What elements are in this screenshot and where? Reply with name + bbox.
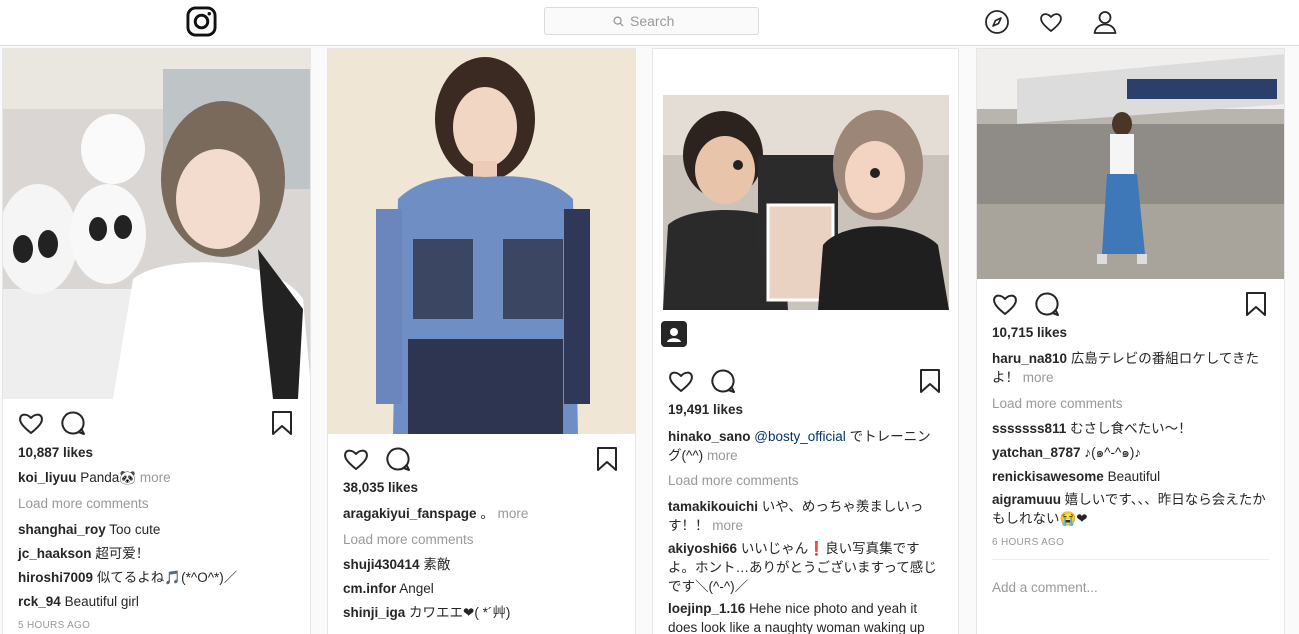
- search-input[interactable]: [630, 13, 690, 29]
- comment-text: ♪(๑^-^๑)♪: [1084, 445, 1142, 460]
- load-more-comments[interactable]: Load more comments: [668, 471, 944, 490]
- post-timestamp[interactable]: 5 HOURS AGO: [18, 620, 90, 631]
- more-link[interactable]: more: [707, 448, 738, 463]
- comment-bubble-icon[interactable]: [709, 367, 737, 395]
- caption: haru_na810 広島テレビの番組ロケしてきたよ！ more: [992, 349, 1270, 387]
- comment-text: 似てるよね🎵(*^O^*)／: [96, 570, 238, 585]
- comment-username[interactable]: loejinp_1.16: [668, 601, 745, 616]
- more-link[interactable]: more: [498, 506, 529, 521]
- add-comment-field[interactable]: Add a comment...: [992, 580, 1098, 595]
- top-navigation-bar: [0, 0, 1299, 46]
- comment-text: Beautiful: [1107, 469, 1161, 484]
- comment-username[interactable]: cm.infor: [343, 581, 396, 596]
- likes-count[interactable]: 10,715 likes: [992, 325, 1067, 340]
- bookmark-icon[interactable]: [593, 445, 621, 473]
- comment: sssssss811 むさし食べたい〜！: [992, 419, 1270, 438]
- caption: hinako_sano @bosty_official でトレーニング(^^) …: [668, 427, 944, 465]
- caption: koi_liyuu Panda🐼 more: [18, 468, 296, 487]
- post-photo[interactable]: [977, 49, 1285, 279]
- caption-username[interactable]: koi_liyuu: [18, 470, 77, 485]
- caption-username[interactable]: hinako_sano: [668, 429, 751, 444]
- more-link[interactable]: more: [712, 518, 743, 533]
- comment-username[interactable]: hiroshi7009: [18, 570, 93, 585]
- comment-text: カワエエ❤( *´艸): [409, 605, 511, 620]
- comment: loejinp_1.16 Hehe nice photo and yeah it…: [668, 599, 944, 634]
- bookmark-icon[interactable]: [268, 409, 296, 437]
- comment: hiroshi7009 似てるよね🎵(*^O^*)／: [18, 568, 296, 587]
- comment-text: Angel: [399, 581, 434, 596]
- comment: jc_haakson 超可爱！: [18, 544, 296, 563]
- comment: rck_94 Beautiful girl: [18, 592, 296, 611]
- comment-text: Too cute: [109, 522, 161, 537]
- load-more-comments[interactable]: Load more comments: [18, 494, 296, 513]
- post-card: 10,715 likes haru_na810 広島テレビの番組ロケしてきたよ！…: [976, 48, 1285, 634]
- likes-count[interactable]: 19,491 likes: [668, 402, 743, 417]
- comment-username[interactable]: rck_94: [18, 594, 61, 609]
- comment-bubble-icon[interactable]: [1033, 290, 1061, 318]
- more-link[interactable]: more: [140, 470, 171, 485]
- comment-text: 素敵: [423, 557, 451, 572]
- caption-username[interactable]: haru_na810: [992, 351, 1067, 366]
- bookmark-icon[interactable]: [1242, 290, 1270, 318]
- comment: aigramuuu 嬉しいです、、、昨日なら会えたかもしれない😭❤: [992, 490, 1270, 528]
- like-heart-icon[interactable]: [667, 367, 695, 395]
- comment: shanghai_roy Too cute: [18, 520, 296, 539]
- instagram-logo-icon[interactable]: [186, 6, 217, 37]
- post-actions: [667, 367, 944, 395]
- comment-text: Beautiful girl: [64, 594, 139, 609]
- post-photo[interactable]: [3, 49, 311, 399]
- comment-username[interactable]: aigramuuu: [992, 492, 1061, 507]
- comment-username[interactable]: tamakikouichi: [668, 499, 758, 514]
- comment-username[interactable]: renickisawesome: [992, 469, 1104, 484]
- like-heart-icon[interactable]: [342, 445, 370, 473]
- comment-text: むさし食べたい〜！: [1070, 421, 1192, 436]
- caption-mention[interactable]: @bosty_official: [754, 429, 846, 444]
- comment-username[interactable]: jc_haakson: [18, 546, 92, 561]
- comment: shuji430414 素敵: [343, 555, 621, 574]
- post-actions: [991, 290, 1270, 318]
- comment: renickisawesome Beautiful: [992, 467, 1270, 486]
- post-card: 19,491 likes hinako_sano @bosty_official…: [652, 48, 959, 634]
- caption: aragakiyui_fanspage 。 more: [343, 504, 621, 523]
- load-more-comments[interactable]: Load more comments: [343, 530, 621, 549]
- caption-username[interactable]: aragakiyui_fanspage: [343, 506, 477, 521]
- likes-count[interactable]: 38,035 likes: [343, 480, 418, 495]
- post-actions: [342, 445, 621, 473]
- bookmark-icon[interactable]: [916, 367, 944, 395]
- comment-bubble-icon[interactable]: [59, 409, 87, 437]
- comment: yatchan_8787 ♪(๑^-^๑)♪: [992, 443, 1270, 462]
- post-timestamp[interactable]: 6 HOURS AGO: [992, 537, 1064, 548]
- post-photo[interactable]: [328, 49, 636, 434]
- caption-text: 。: [480, 506, 494, 521]
- like-heart-icon[interactable]: [991, 290, 1019, 318]
- divider: [992, 559, 1269, 560]
- post-photo[interactable]: [663, 95, 949, 310]
- comment-username[interactable]: akiyoshi66: [668, 541, 737, 556]
- comment-username[interactable]: shuji430414: [343, 557, 420, 572]
- comment-text: 超可爱！: [95, 546, 150, 561]
- post-actions: [17, 409, 296, 437]
- load-more-comments[interactable]: Load more comments: [992, 394, 1270, 413]
- more-link[interactable]: more: [1023, 370, 1054, 385]
- caption-text: Panda🐼: [80, 470, 137, 485]
- tagged-user-icon[interactable]: [661, 321, 687, 347]
- comment-username[interactable]: yatchan_8787: [992, 445, 1081, 460]
- compass-icon[interactable]: [984, 9, 1010, 35]
- comment-bubble-icon[interactable]: [384, 445, 412, 473]
- profile-icon[interactable]: [1092, 9, 1118, 35]
- likes-count[interactable]: 10,887 likes: [18, 445, 93, 460]
- comment-username[interactable]: shinji_iga: [343, 605, 405, 620]
- post-card: 10,887 likes koi_liyuu Panda🐼 more Load …: [2, 48, 311, 634]
- comment: tamakikouichi いや、めっちゃ羨ましいっす！！ more: [668, 497, 944, 535]
- comment: shinji_iga カワエエ❤( *´艸): [343, 603, 621, 622]
- post-card: 38,035 likes aragakiyui_fanspage 。 more …: [327, 48, 636, 634]
- like-heart-icon[interactable]: [17, 409, 45, 437]
- comment-username[interactable]: sssssss811: [992, 421, 1066, 436]
- search-icon: [613, 15, 624, 27]
- search-box[interactable]: [544, 7, 759, 35]
- comment: cm.infor Angel: [343, 579, 621, 598]
- comment: akiyoshi66 いいじゃん❗良い写真集ですよ。ホント…ありがとうございます…: [668, 539, 944, 596]
- heart-icon[interactable]: [1038, 9, 1064, 35]
- comment-username[interactable]: shanghai_roy: [18, 522, 106, 537]
